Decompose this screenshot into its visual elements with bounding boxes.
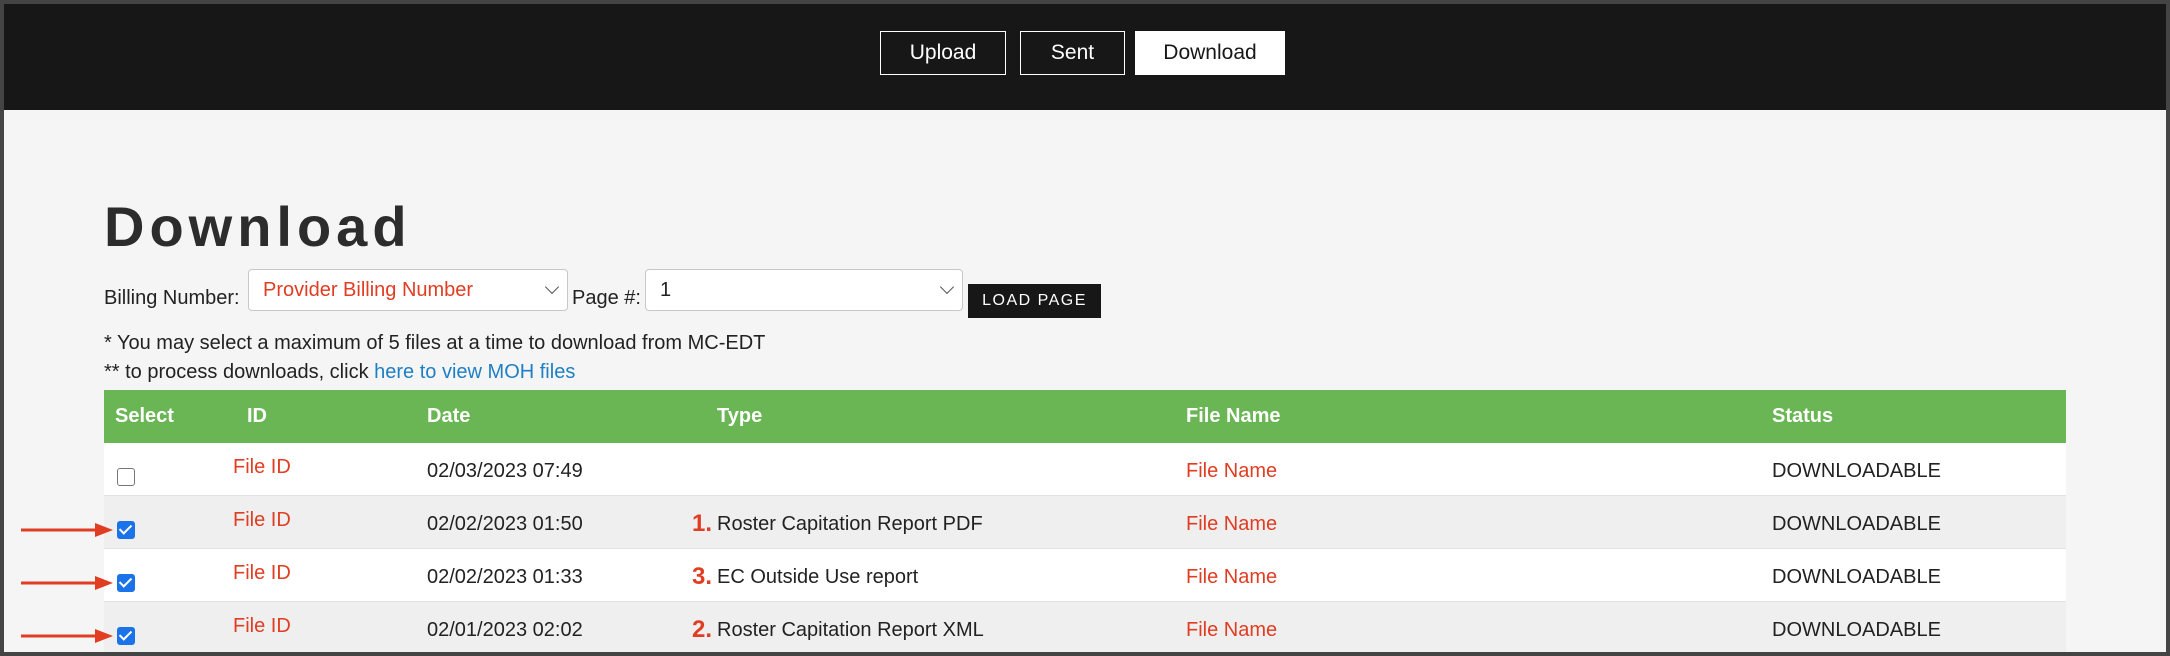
annotation-number: 1. xyxy=(692,510,713,537)
file-status: DOWNLOADABLE xyxy=(1772,460,1941,482)
table-row: File ID 02/02/2023 01:50 File Name DOWNLOAD… xyxy=(104,496,2066,549)
page-number-select[interactable]: 1 xyxy=(645,269,963,311)
file-name-link[interactable]: File Name xyxy=(1186,619,1277,642)
table-row: File ID 02/02/2023 01:33 File Name DOWNLOAD… xyxy=(104,549,2066,602)
nav-upload-button[interactable]: Upload xyxy=(880,31,1006,75)
arrow-right-icon xyxy=(21,629,113,643)
header-date: Date xyxy=(427,405,471,427)
file-status: DOWNLOADABLE xyxy=(1772,566,1941,588)
page-title: Download xyxy=(104,195,412,258)
load-page-button[interactable]: LOAD PAGE xyxy=(968,284,1101,318)
file-type: Roster Capitation Report PDF xyxy=(717,513,983,535)
file-status: DOWNLOADABLE xyxy=(1772,619,1941,641)
header-select: Select xyxy=(115,405,174,427)
arrow-right-icon xyxy=(21,523,113,537)
note-prefix: ** to process downloads, click xyxy=(104,361,375,383)
page-number-value: 1 xyxy=(660,278,672,301)
chevron-down-icon xyxy=(544,279,560,295)
billing-number-select[interactable]: Provider Billing Number xyxy=(248,269,568,311)
file-name-link[interactable]: File Name xyxy=(1186,513,1277,536)
page-number-label: Page #: xyxy=(572,287,641,309)
view-moh-files-link[interactable]: here to view MOH files xyxy=(374,361,575,383)
nav-sent-button[interactable]: Sent xyxy=(1020,31,1125,75)
table-row: File ID 02/01/2023 02:02 File Name DOWNLOAD… xyxy=(104,602,2066,652)
table-row: File ID 02/03/2023 07:49 File Name DOWNLOAD… xyxy=(104,443,2066,496)
arrow-right-icon xyxy=(21,576,113,590)
chevron-down-icon xyxy=(939,279,955,295)
select-checkbox[interactable] xyxy=(117,468,135,486)
app-window: Upload Sent Download Download Billing Nu… xyxy=(0,0,2170,656)
annotation-number: 2. xyxy=(692,616,713,643)
file-name-link[interactable]: File Name xyxy=(1186,460,1277,483)
annotation-number: 3. xyxy=(692,563,713,590)
file-id-link[interactable]: File ID xyxy=(233,456,291,479)
file-date: 02/01/2023 02:02 xyxy=(427,619,583,641)
file-type: EC Outside Use report xyxy=(717,566,919,588)
select-checkbox[interactable] xyxy=(117,627,135,645)
table-header: Select ID Date Type File Name Status xyxy=(104,390,2066,443)
header-id: ID xyxy=(247,405,267,427)
file-id-link[interactable]: File ID xyxy=(233,562,291,585)
file-id-link[interactable]: File ID xyxy=(233,509,291,532)
select-checkbox[interactable] xyxy=(117,521,135,539)
file-id-link[interactable]: File ID xyxy=(233,615,291,638)
billing-number-label: Billing Number: xyxy=(104,287,240,309)
file-status: DOWNLOADABLE xyxy=(1772,513,1941,535)
nav-download-button[interactable]: Download xyxy=(1135,31,1285,75)
file-date: 02/02/2023 01:33 xyxy=(427,566,583,588)
note-max-files: * You may select a maximum of 5 files at… xyxy=(104,332,766,354)
header-file-name: File Name xyxy=(1186,405,1281,427)
file-date: 02/03/2023 07:49 xyxy=(427,460,583,482)
top-navigation-bar: Upload Sent Download xyxy=(4,4,2166,110)
file-type: Roster Capitation Report XML xyxy=(717,619,984,641)
file-date: 02/02/2023 01:50 xyxy=(427,513,583,535)
header-type: Type xyxy=(717,405,763,427)
billing-number-value: Provider Billing Number xyxy=(263,278,474,301)
file-name-link[interactable]: File Name xyxy=(1186,566,1277,589)
header-status: Status xyxy=(1772,405,1834,427)
note-process-downloads: ** to process downloads, click here to v… xyxy=(104,361,575,384)
select-checkbox[interactable] xyxy=(117,574,135,592)
